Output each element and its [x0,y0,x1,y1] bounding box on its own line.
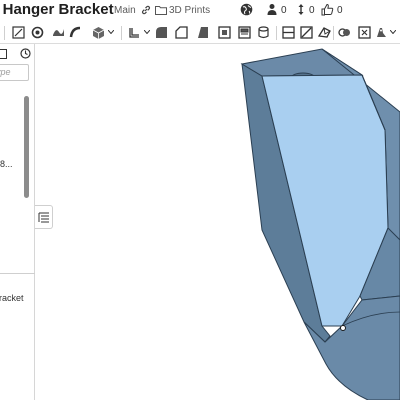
history-clock-icon[interactable] [20,48,31,59]
loft-icon[interactable] [92,26,105,39]
folder-icon[interactable] [155,5,167,15]
variable-icon[interactable] [375,26,388,39]
version-arrows-icon[interactable] [295,3,307,16]
feature-toolbar [0,22,400,44]
people-count: 0 [281,5,287,16]
chevron-down-icon[interactable] [390,30,396,34]
branch-label[interactable]: Main [114,5,136,16]
revolve-icon[interactable] [52,26,65,39]
document-title[interactable]: el Hanger Bracket [0,1,114,18]
versions-count: 0 [309,5,315,16]
model-top-rim [240,48,364,77]
panel-header [0,44,35,64]
link-icon[interactable] [140,4,152,16]
toolbar-separator [333,26,334,40]
person-icon[interactable] [266,3,278,16]
toolbar-separator [276,26,277,40]
panel-scrollbar[interactable] [24,96,29,198]
toolbar-separator [4,26,5,40]
boolean-icon[interactable] [318,26,331,39]
panel-tool-icon[interactable] [0,49,7,59]
draft-icon[interactable] [196,26,209,39]
shell-icon[interactable] [218,26,231,39]
thicken-icon[interactable] [128,26,141,39]
chamfer-icon[interactable] [175,26,188,39]
feature-filter-input[interactable]: ype [0,64,29,81]
sweep-icon[interactable] [69,26,82,39]
panel-divider[interactable] [0,273,35,274]
filter-placeholder: ype [0,67,11,77]
feature-list-item[interactable]: 8... [0,159,13,169]
chevron-down-icon[interactable] [144,30,150,34]
vertex-marker [340,325,346,331]
hole-icon[interactable] [257,26,270,39]
fillet-icon[interactable] [155,26,168,39]
linear-pattern-icon[interactable] [282,26,295,39]
likes-count: 0 [337,5,343,16]
transform-icon[interactable] [358,26,371,39]
part-list-item[interactable]: racket [0,293,24,303]
toolbar-separator [121,26,122,40]
rib-icon[interactable] [238,26,251,39]
document-header: el Hanger Bracket Main 3D Prints 0 0 0 [0,0,400,22]
model-viewport[interactable] [36,45,400,400]
split-icon[interactable] [338,26,351,39]
mirror-icon[interactable] [300,26,313,39]
extrude-icon[interactable] [31,26,44,39]
sketch-icon[interactable] [12,26,25,39]
chevron-down-icon[interactable] [108,30,114,34]
folder-label[interactable]: 3D Prints [169,5,210,16]
globe-icon[interactable] [240,3,253,16]
feature-list-panel: ype 8... racket [0,44,35,400]
like-icon[interactable] [321,3,334,16]
